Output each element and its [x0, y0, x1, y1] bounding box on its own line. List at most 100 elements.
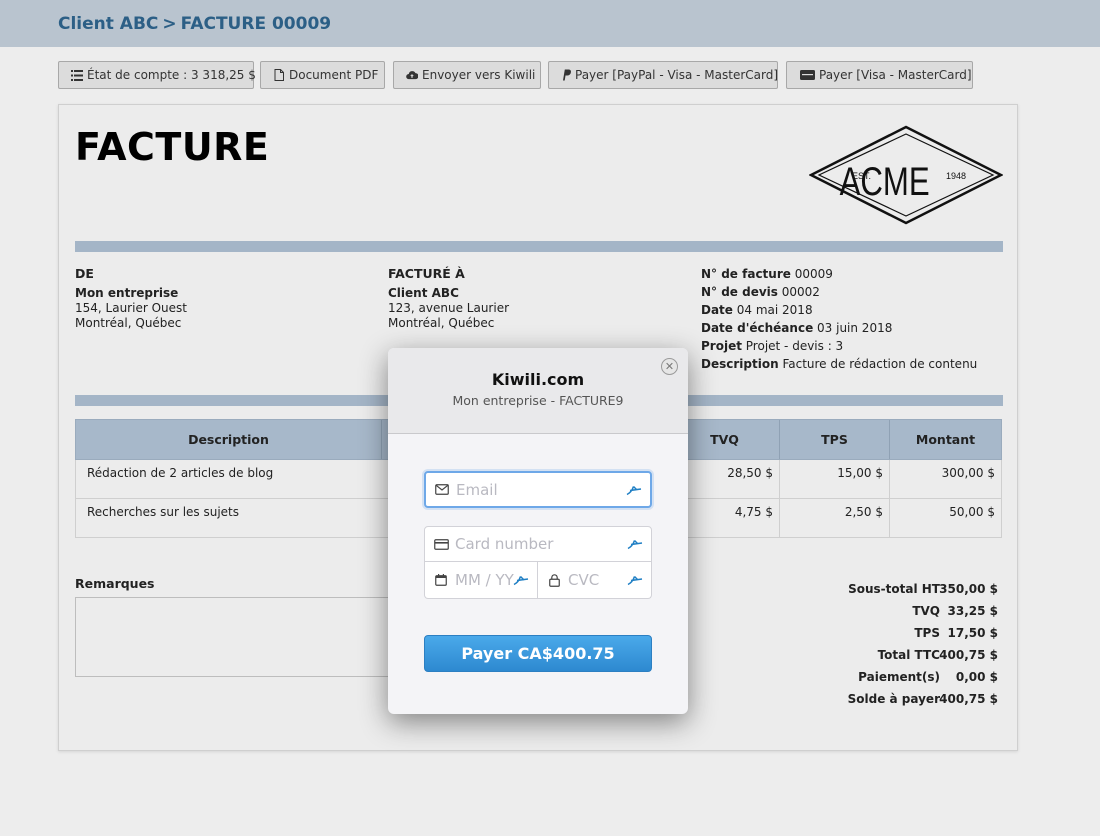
modal-header: Kiwili.com Mon entreprise - FACTURE9 ✕: [388, 348, 688, 434]
meta-value: 00002: [781, 285, 820, 299]
payment-modal: Kiwili.com Mon entreprise - FACTURE9 ✕ E…: [388, 348, 688, 714]
remarks-label: Remarques: [75, 576, 155, 591]
cvc-placeholder: CVC: [568, 571, 600, 589]
paypal-icon: [561, 69, 571, 81]
total-value: 33,25 $: [947, 604, 998, 618]
meta-value: 03 juin 2018: [817, 321, 893, 335]
top-bar: Client ABC > FACTURE 00009: [0, 0, 1100, 47]
total-row: Total TTC 400,75 $: [839, 648, 999, 670]
cell-tps: 15,00 $: [837, 466, 883, 480]
cvc-field[interactable]: CVC: [537, 562, 652, 599]
cell-tps: 2,50 $: [844, 505, 883, 519]
cloud-upload-icon: [406, 69, 418, 81]
total-label: Paiement(s): [858, 670, 940, 684]
meta-value: 00009: [794, 267, 833, 281]
th-montant: Montant: [915, 432, 976, 447]
from-address-line: Montréal, Québec: [75, 316, 182, 330]
autofill-icon[interactable]: [513, 574, 529, 586]
total-label: Sous-total HT: [848, 582, 940, 596]
pdf-icon: [273, 69, 285, 81]
lock-icon: [546, 573, 562, 587]
modal-subtitle: Mon entreprise - FACTURE9: [452, 393, 624, 408]
pdf-document-label: Document PDF: [289, 68, 379, 82]
to-name: Client ABC: [388, 286, 459, 300]
remarks-box: [75, 597, 395, 677]
pay-stripe-label: Payer [Visa - MasterCard]: [819, 68, 972, 82]
from-block: DE Mon entreprise 154, Laurier Ouest Mon…: [75, 266, 187, 331]
total-row: TPS 17,50 $: [839, 626, 999, 648]
pay-button[interactable]: Payer CA$400.75: [424, 635, 652, 672]
list-icon: [71, 69, 83, 81]
total-value: 0,00 $: [955, 670, 998, 684]
send-to-kiwili-label: Envoyer vers Kiwili: [422, 68, 536, 82]
to-address-line: Montréal, Québec: [388, 316, 495, 330]
total-label: TPS: [914, 626, 940, 640]
meta-row: Projet Projet - devis : 3: [701, 337, 977, 355]
to-address-line: 123, avenue Laurier: [388, 301, 510, 315]
stripe-icon: [799, 69, 815, 81]
total-row: Paiement(s) 0,00 $: [839, 670, 999, 692]
total-label: TVQ: [912, 604, 940, 618]
to-heading: FACTURÉ À: [388, 266, 465, 281]
account-statement-label: État de compte : 3 318,25 $: [87, 68, 256, 82]
invoice-meta: N° de facture 00009 N° de devis 00002 Da…: [701, 265, 977, 373]
envelope-icon: [434, 483, 450, 497]
modal-title: Kiwili.com: [491, 370, 585, 389]
total-value: 350,00 $: [939, 582, 998, 596]
breadcrumb-separator: >: [162, 14, 177, 34]
to-block: FACTURÉ À Client ABC 123, avenue Laurier…: [388, 266, 509, 331]
card-number-placeholder: Card number: [455, 535, 554, 553]
meta-row: Date 04 mai 2018: [701, 301, 977, 319]
cell-montant: 300,00 $: [941, 466, 995, 480]
email-placeholder: Email: [456, 480, 498, 499]
total-value: 400,75 $: [939, 692, 998, 706]
calendar-icon: [433, 573, 449, 587]
cell-description: Recherches sur les sujets: [87, 505, 240, 519]
pdf-document-button[interactable]: Document PDF: [260, 61, 385, 89]
autofill-icon[interactable]: [627, 538, 643, 550]
breadcrumb-invoice: FACTURE 00009: [180, 14, 332, 34]
expiry-field[interactable]: MM / YY: [424, 562, 538, 599]
email-field[interactable]: Email: [424, 471, 652, 508]
pay-paypal-button[interactable]: Payer [PayPal - Visa - MasterCard]: [548, 61, 778, 89]
total-label: Solde à payer: [847, 692, 940, 706]
breadcrumb: Client ABC > FACTURE 00009: [58, 14, 331, 34]
meta-value: Projet - devis : 3: [745, 339, 844, 353]
autofill-icon[interactable]: [627, 574, 643, 586]
pay-paypal-label: Payer [PayPal - Visa - MasterCard]: [575, 68, 779, 82]
meta-label: Date: [701, 303, 733, 317]
meta-label: Date d'échéance: [701, 321, 814, 335]
cell-description: Rédaction de 2 articles de blog: [87, 466, 274, 480]
meta-value: Facture de rédaction de contenu: [782, 357, 978, 371]
meta-label: Description: [701, 357, 779, 371]
pay-stripe-button[interactable]: Payer [Visa - MasterCard]: [786, 61, 973, 89]
close-icon[interactable]: ✕: [661, 358, 678, 375]
total-row: TVQ 33,25 $: [839, 604, 999, 626]
meta-label: N° de facture: [701, 267, 791, 281]
meta-label: Projet: [701, 339, 742, 353]
meta-row: N° de facture 00009: [701, 265, 977, 283]
expiry-placeholder: MM / YY: [455, 571, 514, 589]
logo-year: 1948: [946, 171, 966, 181]
divider-band: [75, 241, 1003, 252]
total-label: Total TTC: [877, 648, 940, 662]
meta-value: 04 mai 2018: [736, 303, 813, 317]
total-row: Solde à payer 400,75 $: [839, 692, 999, 714]
send-to-kiwili-button[interactable]: Envoyer vers Kiwili: [393, 61, 541, 89]
card-number-field[interactable]: Card number: [424, 526, 652, 562]
from-name: Mon entreprise: [75, 286, 179, 300]
autofill-icon[interactable]: [626, 484, 642, 496]
account-statement-button[interactable]: État de compte : 3 318,25 $: [58, 61, 256, 89]
credit-card-icon: [433, 537, 449, 551]
invoice-title: FACTURE: [75, 125, 270, 169]
cell-montant: 50,00 $: [949, 505, 995, 519]
totals: Sous-total HT 350,00 $ TVQ 33,25 $ TPS 17,5…: [839, 582, 999, 714]
meta-label: N° de devis: [701, 285, 778, 299]
total-value: 400,75 $: [939, 648, 998, 662]
from-address-line: 154, Laurier Ouest: [75, 301, 187, 315]
th-description: Description: [76, 420, 382, 459]
breadcrumb-client[interactable]: Client ABC: [58, 14, 158, 34]
total-row: Sous-total HT 350,00 $: [839, 582, 999, 604]
logo-name: ACME: [840, 159, 930, 204]
acme-logo: EST. ACME 1948: [808, 125, 1004, 225]
